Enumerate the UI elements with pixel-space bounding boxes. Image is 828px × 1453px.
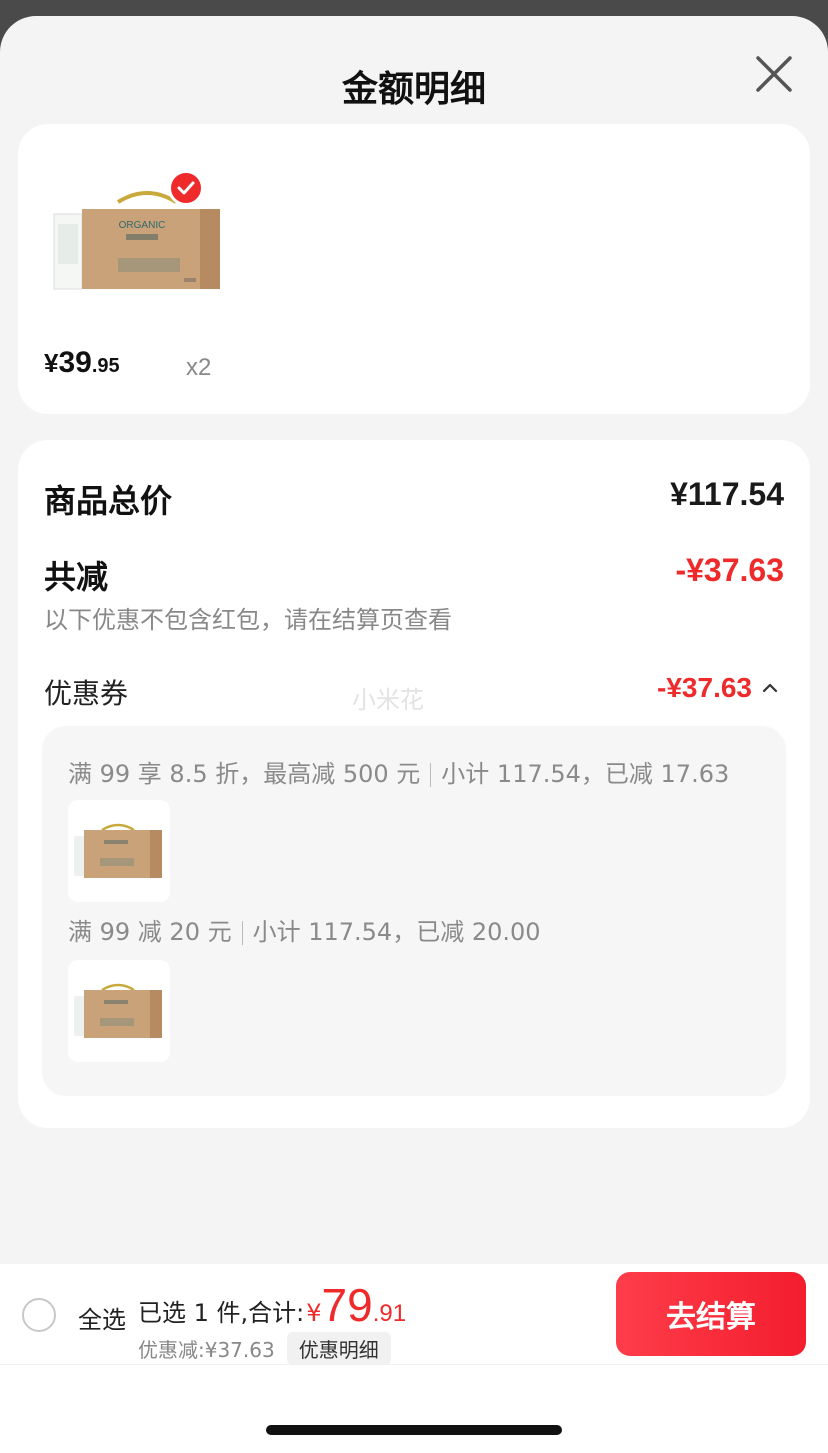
home-indicator-area bbox=[0, 1364, 828, 1453]
coupon-rule-text: 满 99 享 8.5 折，最高减 500 元 bbox=[68, 760, 421, 788]
total-currency: ¥ bbox=[306, 1299, 322, 1327]
reduction-value: -¥37.63 bbox=[675, 552, 784, 588]
coupon-rule-detail: 小计 117.54，已减 20.00 bbox=[252, 918, 541, 946]
total-price-label: 商品总价 bbox=[44, 482, 173, 520]
price-integer: 39 bbox=[58, 346, 92, 379]
checkout-bar: 全选 已选 1 件,合计: ¥79.91 优惠减:¥37.63 优惠明细 去结算 bbox=[0, 1264, 828, 1365]
product-quantity: x2 bbox=[186, 354, 212, 381]
reduction-note: 以下优惠不包含红包，请在结算页查看 bbox=[44, 606, 452, 634]
product-thumb-image bbox=[74, 823, 162, 878]
coupon-label: 优惠券 bbox=[44, 677, 129, 710]
coupon-product-thumb bbox=[68, 960, 170, 1062]
coupon-rule-detail: 小计 117.54，已减 17.63 bbox=[441, 760, 730, 788]
select-all-radio[interactable] bbox=[22, 1298, 56, 1332]
checkout-button[interactable]: 去结算 bbox=[616, 1272, 806, 1356]
coupon-value: -¥37.63 bbox=[657, 672, 752, 703]
product-brand-text: ORGANIC bbox=[119, 220, 166, 231]
selected-total: 已选 1 件,合计: ¥79.91 bbox=[138, 1278, 406, 1332]
selected-prefix: 已选 1 件,合计: bbox=[138, 1299, 305, 1327]
check-icon bbox=[177, 181, 195, 195]
discount-detail-button[interactable]: 优惠明细 bbox=[286, 1332, 391, 1365]
close-icon bbox=[756, 56, 792, 92]
price-decimal: .95 bbox=[91, 355, 120, 377]
coupon-detail-box: 满 99 享 8.5 折，最高减 500 元小计 117.54，已减 17.63… bbox=[42, 726, 786, 1096]
product-price: ¥39.95 bbox=[44, 346, 120, 380]
selected-check-badge[interactable] bbox=[168, 170, 204, 206]
product-card: ORGANIC ¥39.95 x2 bbox=[18, 124, 810, 414]
product-thumb-image bbox=[74, 983, 162, 1038]
divider bbox=[241, 921, 243, 945]
reduction-label: 共减 bbox=[44, 558, 109, 596]
watermark: 小米花 bbox=[352, 686, 424, 714]
close-button[interactable] bbox=[752, 52, 796, 96]
summary-card: 商品总价 ¥117.54 共减 -¥37.63 以下优惠不包含红包，请在结算页查… bbox=[18, 440, 810, 1128]
sheet-title: 金额明细 bbox=[341, 69, 486, 110]
select-all-label[interactable]: 全选 bbox=[78, 1300, 126, 1335]
chevron-up-icon bbox=[762, 683, 778, 693]
coupon-toggle[interactable]: -¥37.63 bbox=[657, 672, 778, 704]
total-decimal: .91 bbox=[372, 1300, 407, 1327]
home-indicator[interactable] bbox=[266, 1425, 562, 1435]
coupon-rule-1: 满 99 享 8.5 折，最高减 500 元小计 117.54，已减 17.63 bbox=[68, 754, 729, 789]
total-integer: 79 bbox=[321, 1279, 373, 1331]
discount-line: 优惠减:¥37.63 优惠明细 bbox=[138, 1332, 391, 1365]
coupon-product-thumb bbox=[68, 800, 170, 902]
price-currency: ¥ bbox=[44, 348, 59, 378]
divider bbox=[430, 763, 432, 787]
discount-text: 优惠减:¥37.63 bbox=[138, 1338, 275, 1362]
amount-detail-sheet: 金额明细 ORGANIC ¥39.95 x2 商品总价 ¥117.54 共减 -… bbox=[0, 16, 828, 1453]
coupon-rule-2: 满 99 减 20 元小计 117.54，已减 20.00 bbox=[68, 912, 541, 947]
coupon-rule-text: 满 99 减 20 元 bbox=[68, 918, 232, 946]
total-price-value: ¥117.54 bbox=[670, 476, 784, 512]
